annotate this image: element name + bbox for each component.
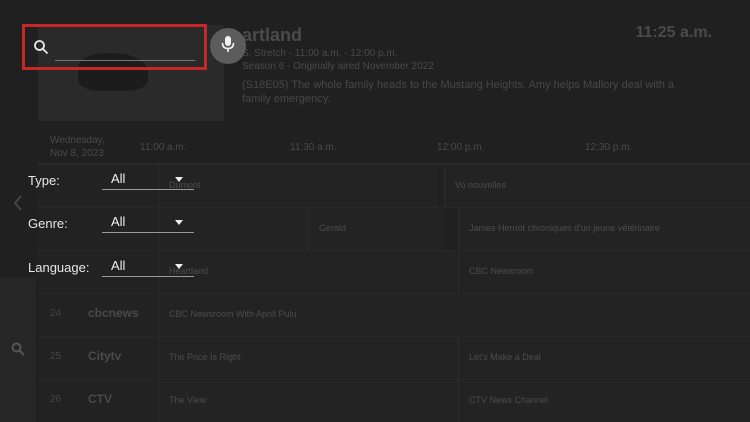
- type-filter-label: Type:: [28, 173, 60, 188]
- program-cell[interactable]: CBC Newsroom With Aprill Pulu: [158, 294, 750, 336]
- language-filter-label: Language:: [28, 260, 90, 275]
- time-slot: 12:30 p.m.: [585, 142, 633, 153]
- channel-cell[interactable]: 26 CTV: [38, 380, 158, 422]
- program-title: Let's Make a Deal: [469, 352, 541, 362]
- program-cell[interactable]: Dumont: [158, 165, 438, 207]
- program-title: CBC Newsroom: [469, 266, 534, 276]
- show-meta-1: S. Stretch - 11:00 a.m. - 12:00 p.m.: [242, 48, 398, 59]
- show-title: artland: [242, 25, 303, 45]
- language-filter-value: All: [111, 258, 126, 273]
- program-title: James Herriot chroniques d'un jeune vété…: [469, 223, 660, 233]
- time-slot: 11:30 a.m.: [290, 142, 337, 153]
- program-title: The Price Is Right: [169, 352, 241, 362]
- channel-cell[interactable]: 25 Citytv: [38, 337, 158, 379]
- channel-number: 25: [50, 351, 62, 362]
- clock: 11:25 a.m.: [635, 24, 713, 41]
- program-title: Gerald: [319, 223, 347, 233]
- channel-number: 26: [50, 394, 62, 405]
- show-description-2: family emergency.: [242, 93, 331, 105]
- channel-cell[interactable]: 24 cbcnews: [38, 294, 158, 336]
- program-cell[interactable]: Let's Make a Deal: [458, 337, 750, 379]
- channel-logo: Citytv: [88, 349, 122, 363]
- guide-date-line1: Wednesday,: [50, 135, 105, 146]
- type-filter-value: All: [111, 171, 126, 186]
- voice-search-button[interactable]: [210, 28, 246, 64]
- show-description-1: (S18E05) The whole family heads to the M…: [242, 79, 675, 91]
- guide-date-line2: Nov 8, 2023: [50, 148, 104, 159]
- channel-logo: cbcnews: [88, 306, 139, 320]
- guide-row: 24 cbcnews CBC Newsroom With Aprill Pulu: [38, 293, 750, 336]
- caret-down-icon: [175, 177, 183, 182]
- program-title: Vo nouvelles: [455, 180, 507, 190]
- chevron-left-icon[interactable]: [12, 194, 24, 212]
- guide-row: 25 Citytv The Price Is Right Let's Make …: [38, 336, 750, 379]
- program-cell[interactable]: The View: [158, 380, 458, 422]
- program-cell[interactable]: Vo nouvelles: [444, 165, 750, 207]
- channel-logo: CTV: [88, 392, 112, 406]
- guide-row: 26 CTV The View CTV News Channel: [38, 379, 750, 422]
- program-cell[interactable]: CBC Newsroom: [458, 251, 750, 293]
- program-title: CBC Newsroom With Aprill Pulu: [169, 309, 297, 319]
- program-cell[interactable]: Heartland: [158, 251, 458, 293]
- caret-down-icon: [175, 220, 183, 225]
- search-icon: [33, 39, 49, 55]
- microphone-icon: [221, 35, 235, 58]
- program-cell[interactable]: CTV News Channel: [458, 380, 750, 422]
- search-field-focused[interactable]: [22, 24, 207, 70]
- program-cell[interactable]: The Price Is Right: [158, 337, 458, 379]
- type-filter-select[interactable]: All: [102, 170, 194, 190]
- program-cell[interactable]: James Herriot chroniques d'un jeune vété…: [458, 208, 750, 250]
- search-icon[interactable]: [11, 342, 25, 356]
- time-slot: 12:00 p.m.: [437, 142, 485, 153]
- program-cell[interactable]: Gerald: [308, 208, 444, 250]
- program-title: The View: [169, 395, 207, 405]
- program-title: CTV News Channel: [469, 395, 549, 405]
- time-slot: 11:00 a.m.: [140, 142, 187, 153]
- genre-filter-label: Genre:: [28, 216, 68, 231]
- channel-number: 24: [50, 308, 62, 319]
- caret-down-icon: [175, 264, 183, 269]
- search-input[interactable]: [55, 35, 195, 61]
- language-filter-select[interactable]: All: [102, 257, 194, 277]
- genre-filter-value: All: [111, 214, 126, 229]
- show-meta-2: Season 6 - Originally aired November 202…: [242, 61, 434, 72]
- genre-filter-select[interactable]: All: [102, 213, 194, 233]
